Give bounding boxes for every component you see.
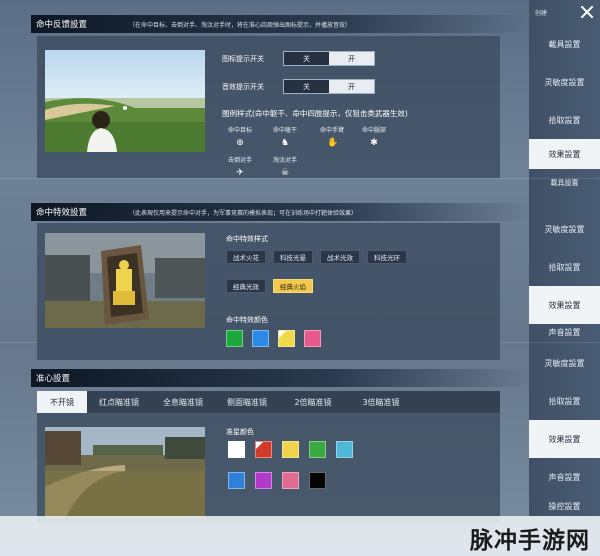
effect-color-swatch[interactable]	[226, 330, 243, 347]
crosshair-panel: 准星颜色	[37, 413, 500, 523]
legend-eliminate-label: 淘汰对手	[272, 157, 297, 164]
nav-item-pickup[interactable]: 拾取設置	[529, 382, 600, 420]
icon-toggle-label: 图标提示开关	[222, 55, 264, 63]
nav-item-sound[interactable]: 声音設置	[529, 324, 600, 340]
legend-hit-arm: 命中手臂 ✋	[312, 125, 352, 148]
effects-section-header: 命中特效設置 （此表現仅用来提示命中对手，为军事竞赛的模拟表现；可在训练场中打靶…	[31, 203, 530, 221]
crosshair-color-swatch[interactable]	[336, 441, 353, 458]
nav-item-vehicle[interactable]: 載具設置	[529, 178, 600, 188]
effect-color-swatch[interactable]	[252, 330, 269, 347]
nav-item-sensitivity[interactable]: 灵敏度設置	[529, 63, 600, 101]
feedback-panel: 图标提示开关 关 开 音效提示开关 关 开 图例样式(命中躯干、命中四肢提示，仅…	[37, 36, 500, 178]
feedback-section-title: 命中反馈設置	[36, 20, 88, 30]
arm-icon: ✋	[327, 138, 339, 148]
legend-knockdown: 击倒对手 ✈	[220, 155, 260, 178]
crosshair-color-swatch[interactable]	[282, 441, 299, 458]
icon-toggle-on[interactable]: 开	[329, 52, 374, 65]
crosshair-section-header: 准心設置	[31, 369, 530, 387]
tab-no-scope[interactable]: 不开镜	[37, 391, 87, 413]
crosshair-color-swatch[interactable]	[255, 472, 272, 489]
sound-toggle-off[interactable]: 关	[284, 80, 329, 93]
feedback-preview-art	[45, 50, 205, 152]
effects-style-label: 命中特效样式	[226, 235, 268, 243]
effects-preview-art	[45, 233, 205, 328]
legend-hit-torso-label: 命中躯干	[272, 127, 297, 134]
legend-hit-leg: 命中腿部 ✱	[354, 125, 394, 148]
tab-2x-scope[interactable]: 2倍瞄准镜	[279, 391, 347, 413]
legend-hit-target-label: 命中目标	[227, 127, 252, 134]
nav-header: 创建	[529, 0, 600, 24]
feedback-section-note: （在命中目标、击倒对手、淘汰对手时，将在准心四周弹出图标提示，并播放音效）	[129, 21, 352, 29]
nav-item-sound[interactable]: 声音設置	[529, 458, 600, 496]
watermark-text: 脉冲手游网	[470, 528, 590, 554]
effect-style-chip[interactable]: 科技光晕	[273, 250, 313, 264]
crosshair-color-swatch[interactable]	[309, 472, 326, 489]
nav-item-vehicle[interactable]: 載具設置	[529, 25, 600, 63]
effects-section-title: 命中特效設置	[36, 208, 88, 218]
nav-item-sensitivity[interactable]: 灵敏度設置	[529, 344, 600, 382]
legend-title: 图例样式(命中躯干、命中四肢提示，仅狙击类武器生效)	[222, 109, 408, 118]
side-nav-top: 创建 載具設置 灵敏度設置 拾取設置 效果設置	[529, 0, 600, 178]
side-nav-bottom: 灵敏度設置 拾取設置 效果設置 声音設置 操控設置	[529, 342, 600, 516]
eliminate-icon: ☠	[280, 168, 290, 178]
nav-item-effects[interactable]: 效果設置	[529, 286, 600, 324]
side-nav-middle: 載具設置 灵敏度設置 拾取設置 效果設置 声音設置	[529, 178, 600, 342]
nav-item-sensitivity[interactable]: 灵敏度設置	[529, 210, 600, 248]
legend-eliminate: 淘汰对手 ☠	[265, 155, 305, 178]
legend-hit-arm-label: 命中手臂	[319, 127, 344, 134]
crosshair-tabs: 不开镜 红点瞄准镜 全息瞄准镜 侧面瞄准镜 2倍瞄准镜 3倍瞄准镜	[37, 391, 500, 413]
tab-red-dot[interactable]: 红点瞄准镜	[87, 391, 151, 413]
legend-hit-target: 命中目标 ⊕	[220, 125, 260, 148]
effects-section-note: （此表現仅用来提示命中对手，为军事竞赛的模拟表现；可在训练场中打靶体验效果）	[129, 209, 358, 217]
legend-knockdown-label: 击倒对手	[227, 157, 252, 164]
crosshair-color-swatch[interactable]	[282, 472, 299, 489]
nav-header-label: 创建	[535, 9, 548, 17]
crosshair-icon: ⊕	[236, 138, 244, 148]
effect-style-chip[interactable]: 战术光效	[320, 250, 360, 264]
effect-color-swatch-selected[interactable]	[278, 330, 295, 347]
legend-hit-torso: 命中躯干 ♞	[265, 125, 305, 148]
effect-style-chip[interactable]: 战术火花	[226, 250, 266, 264]
crosshair-color-swatch[interactable]	[228, 472, 245, 489]
nav-item-effects[interactable]: 效果設置	[529, 420, 600, 458]
screenshot-seam	[0, 178, 600, 179]
torso-icon: ♞	[280, 138, 290, 148]
knockdown-icon: ✈	[236, 168, 244, 178]
crosshair-color-swatch[interactable]	[309, 441, 326, 458]
effects-color-label: 命中特效颜色	[226, 316, 268, 324]
tab-side-scope[interactable]: 侧面瞄准镜	[215, 391, 279, 413]
leg-icon: ✱	[370, 138, 378, 148]
crosshair-color-swatch-selected[interactable]	[255, 441, 272, 458]
icon-toggle-off[interactable]: 关	[284, 52, 329, 65]
effect-style-chip[interactable]: 科技光环	[367, 250, 407, 264]
close-icon[interactable]	[580, 5, 594, 19]
nav-item-controls[interactable]: 操控設置	[529, 496, 600, 516]
crosshair-preview-image	[45, 427, 205, 519]
effect-color-swatch[interactable]	[304, 330, 321, 347]
tab-3x-scope[interactable]: 3倍瞄准镜	[347, 391, 415, 413]
crosshair-preview-art	[45, 427, 205, 519]
effects-panel: 命中特效样式 战术火花 科技光晕 战术光效 科技光环 经典光效 经典火焰 命中特…	[37, 223, 500, 360]
effects-preview-image	[45, 233, 205, 328]
sound-toggle-on[interactable]: 开	[329, 80, 374, 93]
sound-toggle[interactable]: 关 开	[283, 79, 375, 94]
crosshair-color-swatch[interactable]	[228, 441, 245, 458]
crosshair-section-title: 准心設置	[36, 374, 71, 384]
icon-toggle[interactable]: 关 开	[283, 51, 375, 66]
tab-holographic[interactable]: 全息瞄准镜	[151, 391, 215, 413]
legend-hit-leg-label: 命中腿部	[361, 127, 386, 134]
effect-style-chip-selected[interactable]: 经典火焰	[273, 279, 313, 293]
effect-style-chip[interactable]: 经典光效	[226, 279, 266, 293]
nav-item-effects[interactable]: 效果設置	[529, 139, 600, 169]
nav-item-pickup[interactable]: 拾取設置	[529, 248, 600, 286]
feedback-section-header: 命中反馈設置 （在命中目标、击倒对手、淘汰对手时，将在准心四周弹出图标提示，并播…	[31, 15, 530, 33]
feedback-preview-image	[45, 50, 205, 152]
nav-item-pickup[interactable]: 拾取設置	[529, 101, 600, 139]
crosshair-color-label: 准星颜色	[226, 428, 254, 436]
sound-toggle-label: 音效提示开关	[222, 83, 264, 91]
